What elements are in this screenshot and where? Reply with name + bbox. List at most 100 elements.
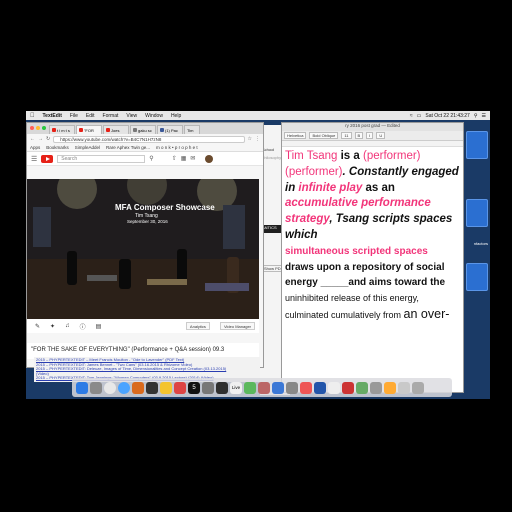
app-icon[interactable] [202,381,214,394]
notifications-icon[interactable]: ✉ [190,155,195,162]
app-icon[interactable] [314,381,326,394]
menu-app-name[interactable]: TextEdit [43,113,62,119]
app-icon[interactable] [342,381,354,394]
menu-icon[interactable]: ⋮ [255,136,260,142]
menu-help[interactable]: Help [171,113,181,119]
list-item-link[interactable]: 2015 – PHYPERTEXTEDIT: Deleuze, Images o… [36,367,258,372]
app-icon[interactable] [370,381,382,394]
bookmark-apps[interactable]: Apps [30,145,40,150]
battery-icon[interactable]: ▭ [417,113,422,119]
chrome-icon[interactable] [104,381,116,394]
app-icon[interactable] [174,381,186,394]
italic-button[interactable]: I [366,132,374,139]
safari-icon[interactable] [118,381,130,394]
trash-icon[interactable] [412,381,424,394]
music-icon[interactable]: ♫ [65,323,70,329]
browser-tab[interactable]: Joes [103,125,129,134]
facebook-icon [160,128,164,132]
launchpad-icon[interactable] [90,381,102,394]
video-manager-button[interactable]: Video Manager [219,322,255,330]
bookmark-item[interactable]: SimpleAddel [75,145,100,150]
address-bar-row: ← → ↻ https://www.youtube.com/watch?v=B4… [27,134,263,144]
upload-icon[interactable]: ⇧ [172,155,177,162]
ableton-live-icon[interactable]: Live [230,381,242,394]
apps-icon[interactable]: ▦ [181,155,187,162]
app-icon[interactable] [286,381,298,394]
bookmark-item[interactable]: Bookmarks [46,145,69,150]
text-run: is a [337,150,363,162]
text-run: (performer) [363,150,421,162]
app-icon[interactable] [132,381,144,394]
font-size-select[interactable]: 11 [341,132,352,139]
menu-file[interactable]: File [70,113,78,119]
browser-tab[interactable]: t i m t s [49,125,75,134]
tab-bar: t i m t s "FOR Joes gaku sc (1) Pac Tim [27,123,263,134]
desktop-folder-icon[interactable] [466,131,488,159]
desktop-screen:  TextEdit File Edit Format View Window … [26,111,490,399]
minimize-window-icon[interactable] [36,126,40,130]
folder-icon[interactable] [398,381,410,394]
zoom-window-icon[interactable] [42,126,46,130]
app-icon[interactable] [272,381,284,394]
browser-tab[interactable]: Tim [184,125,200,134]
video-player[interactable]: MFA Composer Showcase Tim Tsang Septembe… [27,179,259,319]
middle-button[interactable]: Show PD [262,265,283,272]
bold-button[interactable]: B [354,132,364,139]
apple-menu-icon[interactable]:  [30,113,35,119]
url-input[interactable]: https://www.youtube.com/watch?v=B4C7N1H7… [53,135,245,143]
youtube-search-input[interactable]: Search [57,154,146,163]
app-icon[interactable] [146,381,158,394]
tab-label: gaku sc [138,127,152,133]
app-icon[interactable] [356,381,368,394]
document-body[interactable]: Tim Tsang is a (performer) (performer). … [282,147,463,324]
menu-window[interactable]: Window [145,113,163,119]
bookmark-item[interactable]: Rare Aphex Twin ge... [106,145,150,150]
info-icon[interactable]: ⓘ [80,322,86,331]
text-run: simultaneous scripted spaces [285,245,428,257]
font-style-select[interactable]: Bold Oblique [309,132,339,139]
forward-icon[interactable]: → [38,136,43,142]
app-icon[interactable] [244,381,256,394]
browser-tab-active[interactable]: "FOR [76,125,102,134]
font-family-select[interactable]: Helvetica [284,132,307,139]
close-window-icon[interactable] [30,126,34,130]
avatar[interactable] [205,154,214,163]
youtube-icon [79,128,83,132]
underline-button[interactable]: U [376,132,386,139]
browser-tab[interactable]: (1) Pac [157,125,183,134]
hamburger-icon[interactable]: ☰ [31,155,37,163]
calendar-icon[interactable]: 5 [188,381,200,394]
menu-clock[interactable]: Sat Oct 22 21:43:27 [425,113,469,119]
menu-format[interactable]: Format [103,113,119,119]
analytics-button[interactable]: Analytics [185,322,210,330]
app-icon[interactable] [258,381,270,394]
subtitles-icon[interactable]: ▤ [96,323,102,330]
app-icon[interactable] [216,381,228,394]
menu-list-icon[interactable]: ☰ [482,113,486,119]
search-icon[interactable]: ⚲ [149,155,153,162]
desktop-folder-icon[interactable] [466,263,488,291]
wifi-icon[interactable]: ≈ [410,113,413,119]
reload-icon[interactable]: ↻ [46,136,50,142]
tab-label: "FOR [84,127,94,133]
spotlight-icon[interactable]: ⚲ [474,113,478,119]
calendar-day: 5 [192,384,196,391]
notes-icon[interactable] [160,381,172,394]
edit-icon[interactable]: ✎ [35,323,40,330]
star-icon[interactable]: ☆ [248,136,252,142]
menu-view[interactable]: View [126,113,137,119]
desktop-folder-icon[interactable] [466,199,488,227]
magic-icon[interactable]: ✦ [50,323,55,330]
text-run: (performer) [285,165,343,178]
app-icon[interactable] [384,381,396,394]
app-icon[interactable] [328,381,340,394]
youtube-logo-icon[interactable] [41,154,54,163]
browser-window: t i m t s "FOR Joes gaku sc (1) Pac Tim … [26,122,264,368]
bookmark-item[interactable]: m o n k • p r o p h e t [156,145,198,150]
back-icon[interactable]: ← [30,136,35,142]
browser-tab[interactable]: gaku sc [130,125,156,134]
video-overlay-title: MFA Composer Showcase [115,203,215,212]
app-icon[interactable] [300,381,312,394]
menu-edit[interactable]: Edit [86,113,95,119]
finder-icon[interactable] [76,381,88,394]
